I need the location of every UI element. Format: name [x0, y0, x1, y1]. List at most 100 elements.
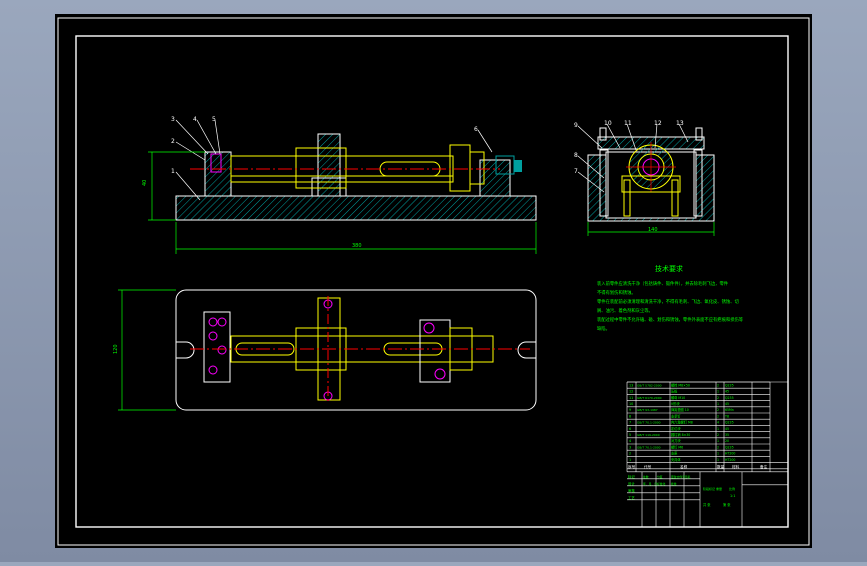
parts-row-material: 20 [725, 439, 729, 443]
parts-header-1: 代号 [644, 464, 652, 469]
front-balloon-2: 5 [212, 116, 216, 123]
front-left-support [204, 151, 232, 197]
tech-note-3: 屑、油污、着色剂和灰尘等。 [597, 307, 653, 314]
parts-header-3: 数量 [717, 464, 725, 469]
side-dim-width: 140 [648, 227, 658, 233]
front-right-tab [514, 160, 522, 172]
front-mid-block [317, 133, 341, 197]
parts-row-name: 螺栓 M8×50 [671, 382, 690, 387]
parts-row-no: 2 [629, 452, 631, 456]
front-balloon-3: 2 [171, 138, 175, 145]
parts-row-code: GB/T 70.1-2000 [637, 445, 661, 449]
sign-row-1: 设计 [628, 481, 635, 486]
tech-title: 技术要求 [655, 264, 683, 273]
parts-row-material: HT200 [725, 458, 735, 462]
sign-extra-5: 标准化 [657, 482, 666, 486]
sign-row-2: 审核 [628, 488, 635, 493]
parts-row-name: 支承钉 [671, 413, 681, 418]
tech-note-1: 不得有划伤和锈蚀。 [597, 289, 636, 296]
parts-row-name: 压板 [671, 389, 678, 394]
parts-row-name: 内六角螺钉 M8 [671, 420, 693, 425]
parts-row-qty: 2 [717, 445, 719, 449]
scale-value: 1:1 [730, 494, 735, 498]
parts-row-no: 10 [629, 402, 633, 406]
sign-extra-2: 更改文件号 [671, 475, 685, 479]
parts-row-no: 3 [629, 445, 631, 449]
top-dim-height: 120 [113, 344, 119, 354]
parts-row-material: Q235 [725, 445, 734, 449]
side-balloon-2: 11 [624, 120, 632, 127]
side-balloon-5: 8 [574, 152, 578, 159]
parts-row-code: GB/T 6170-2000 [637, 396, 662, 400]
parts-header-4: 材料 [732, 464, 740, 469]
sign-extra-0: 处数 [643, 475, 649, 479]
sign-row-0: 标记 [628, 474, 635, 479]
sign-extra-1: 分区 [657, 475, 663, 479]
tech-note-5: 缺陷。 [597, 325, 610, 332]
parts-row-name: 螺母 M10 [671, 395, 685, 400]
parts-row-code: GB/T 119-2000 [637, 433, 660, 437]
tech-note-4: 装配过程中零件不允许磕、碰、划伤和锈蚀，零件外表面不应有疤痕和损伤等 [597, 316, 744, 323]
parts-row-code: GB/T 70.1-2000 [637, 421, 661, 425]
parts-row-material: T8 [724, 414, 729, 418]
sign-extra-6: 批准 [671, 482, 677, 486]
cad-viewport[interactable]: 3 4 5 2 1 6 40 380 9 10 11 12 13 8 7 140… [0, 0, 867, 562]
drawing-canvas [55, 14, 812, 548]
parts-row-no: 9 [629, 408, 631, 412]
sign-extra-3: 签名 [685, 475, 691, 479]
parts-header-2: 名称 [680, 464, 688, 469]
front-balloon-5: 6 [474, 126, 478, 133]
parts-row-name: 定位块 [671, 426, 681, 431]
parts-row-material: 65Mn [725, 408, 734, 412]
parts-row-name: V形块 [671, 401, 680, 406]
parts-row-material: 45 [725, 390, 729, 394]
parts-row-qty: 1 [717, 427, 719, 431]
parts-row-name: 弹簧垫圈 10 [671, 407, 689, 412]
parts-row-material: 45 [725, 427, 729, 431]
parts-row-qty: 1 [717, 390, 719, 394]
parts-row-qty: 2 [717, 414, 719, 418]
parts-row-material: 35 [725, 433, 729, 437]
parts-row-code: GB/T 93-1987 [637, 408, 658, 412]
scale-label-0: 阶段标记 [703, 486, 715, 491]
parts-row-name: 圆柱销 8×30 [671, 432, 690, 437]
parts-row-qty: 1 [717, 458, 719, 462]
parts-row-qty: 1 [717, 452, 719, 456]
parts-row-no: 6 [629, 427, 631, 431]
front-base [175, 195, 537, 221]
parts-row-material: Q235 [725, 383, 734, 387]
scale-label-2: 比例 [729, 486, 735, 491]
side-balloon-6: 7 [574, 168, 578, 175]
front-balloon-0: 3 [171, 116, 175, 123]
side-balloon-3: 12 [654, 120, 662, 127]
front-balloon-4: 1 [171, 168, 175, 175]
parts-row-qty: 2 [717, 408, 719, 412]
sign-row-3: 工艺 [628, 495, 635, 500]
parts-row-no: 13 [629, 383, 633, 387]
scale-label-1: 重量 [716, 486, 722, 491]
tech-note-0: 装入前零件应清洗干净（包括铸件、锻件件），并去除毛刺飞边，零件 [597, 280, 729, 287]
parts-row-material: 45 [725, 402, 729, 406]
front-dim-width: 380 [352, 243, 362, 249]
parts-row-qty: 1 [717, 439, 719, 443]
parts-row-qty: 4 [717, 421, 719, 425]
parts-row-qty: 2 [717, 433, 719, 437]
front-dim-height: 40 [142, 180, 148, 186]
side-balloon-1: 10 [604, 120, 612, 127]
parts-row-code: GB/T 5782-2000 [637, 383, 662, 387]
fixture-assembly-drawing: 3 4 5 2 1 6 40 380 9 10 11 12 13 8 7 140… [55, 14, 812, 548]
parts-row-no: 8 [629, 414, 631, 418]
parts-row-name: 夹具体 [671, 457, 681, 462]
parts-row-material: Q235 [725, 396, 734, 400]
parts-row-name: 支座 [671, 451, 678, 456]
parts-header-0: 序号 [628, 464, 636, 469]
parts-row-no: 5 [629, 433, 631, 437]
parts-row-name: 对刀块 [671, 438, 681, 443]
sheet-info-1: 第 张 [723, 502, 731, 507]
parts-row-material: Q235 [725, 421, 734, 425]
tech-note-2: 零件在装配前必须清理和清洗干净，不得有毛刺、飞边、氧化皮、锈蚀、切 [597, 298, 739, 305]
parts-row-no: 7 [629, 421, 631, 425]
sign-extra-4: 年、月、日 [643, 482, 657, 486]
parts-row-no: 4 [629, 439, 631, 443]
side-balloon-4: 13 [676, 120, 684, 127]
